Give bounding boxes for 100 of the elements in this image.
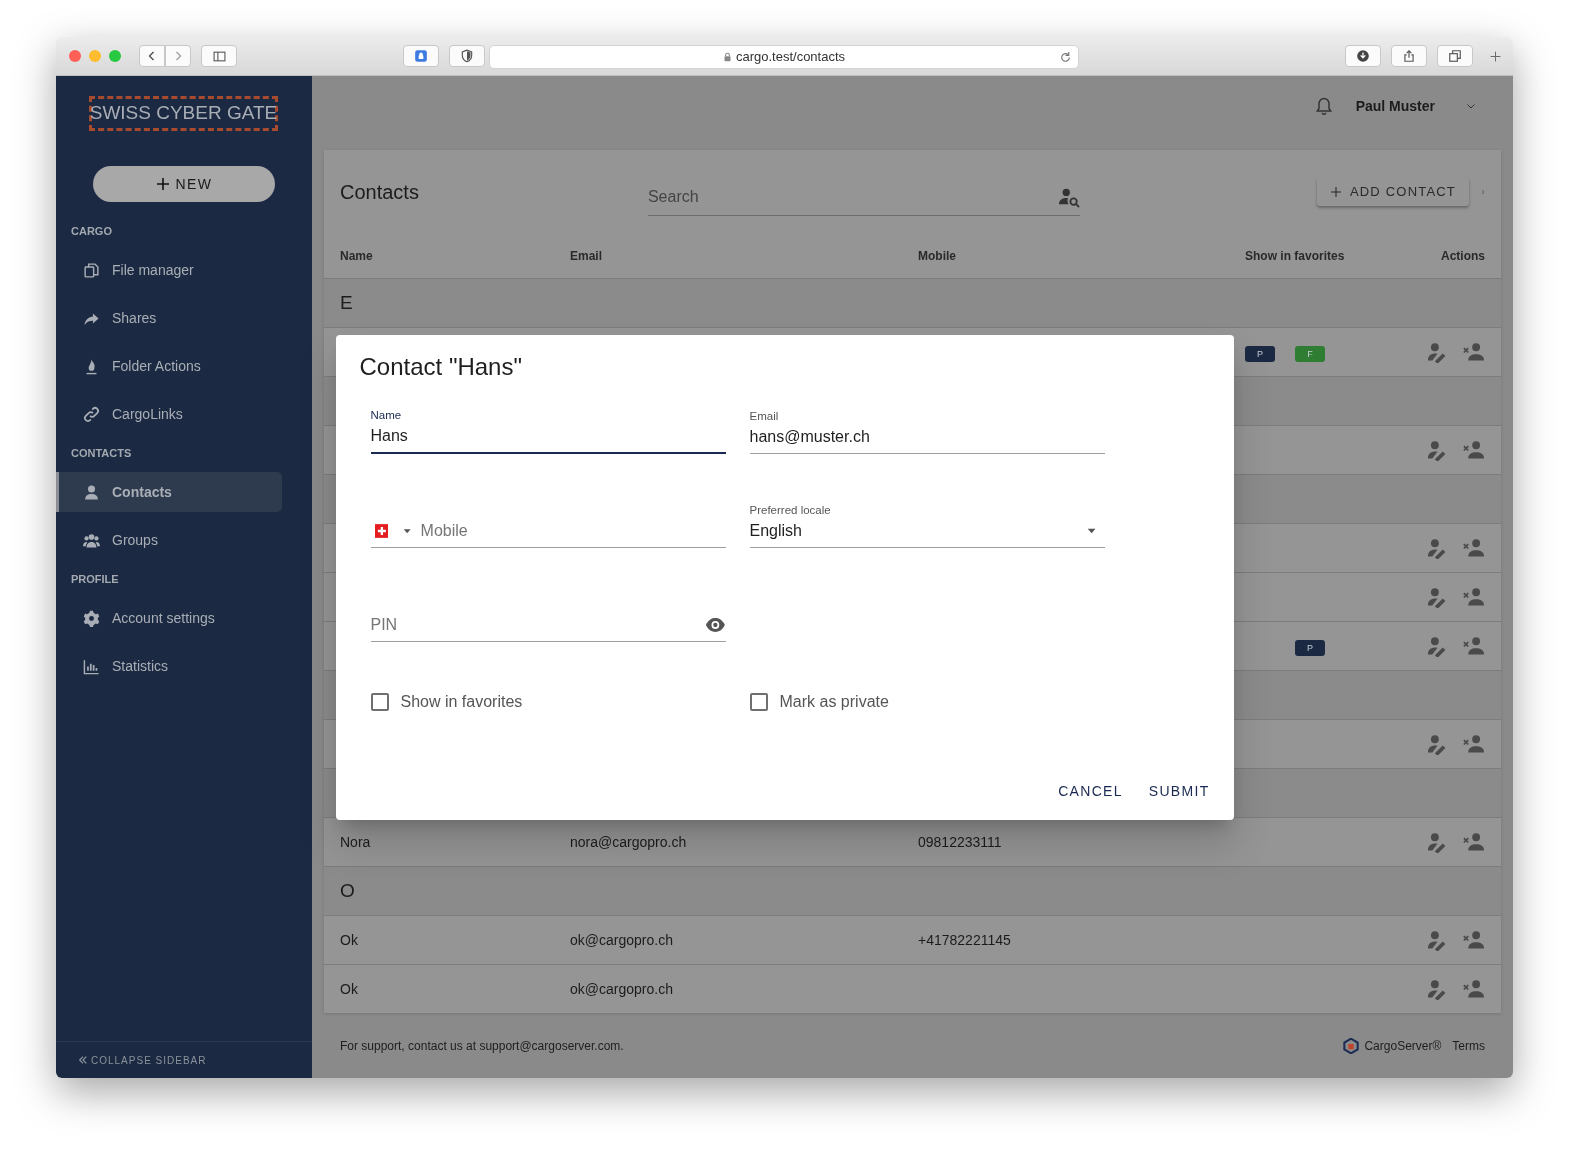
input-field[interactable]: English xyxy=(749,518,1086,543)
section-heading: CONTACTS xyxy=(71,445,133,461)
person-edit-icon[interactable] xyxy=(1427,635,1448,657)
sidebar-item[interactable]: Contacts xyxy=(56,472,282,512)
dialog-title: Contact "Hans" xyxy=(359,353,523,382)
checkbox[interactable] xyxy=(749,692,768,711)
input-field[interactable]: Hans xyxy=(370,423,726,448)
sidebar-item[interactable]: CargoLinks xyxy=(56,390,282,438)
table-cell: nora@cargopro.ch xyxy=(570,833,687,850)
field-label: Email xyxy=(749,408,780,424)
group-letter: E xyxy=(340,291,353,313)
dialog-button[interactable]: CANCEL xyxy=(1046,775,1135,808)
privacy-button[interactable] xyxy=(449,45,485,67)
address-bar[interactable]: cargo.test/contacts xyxy=(489,45,1079,69)
person-edit-icon[interactable] xyxy=(1427,586,1448,608)
new-button[interactable]: NEW xyxy=(93,166,275,202)
person-remove-icon[interactable] xyxy=(1462,586,1485,608)
hexagon-logo-icon xyxy=(1343,1037,1360,1054)
card-title: Contacts xyxy=(340,179,419,205)
person-remove-icon[interactable] xyxy=(1462,929,1485,951)
share-icon xyxy=(1402,49,1416,63)
chevrons-left-icon xyxy=(78,1055,88,1065)
add-contact-button[interactable]: ADD CONTACT xyxy=(1316,177,1469,207)
window-control[interactable] xyxy=(69,50,81,62)
tabs-icon xyxy=(1448,49,1462,63)
column-header[interactable]: Email xyxy=(570,248,602,263)
person-icon xyxy=(83,483,100,501)
download-icon xyxy=(1356,49,1370,63)
checkbox[interactable] xyxy=(370,692,389,711)
sidebar-item[interactable]: Groups xyxy=(56,516,282,564)
terms-link[interactable]: Terms xyxy=(1452,1036,1485,1055)
sidebar-icon xyxy=(211,49,227,63)
person-remove-icon[interactable] xyxy=(1462,978,1485,1000)
sidebar-item[interactable]: Account settings xyxy=(56,594,282,642)
search-field[interactable]: Search xyxy=(647,185,1028,210)
person-remove-icon[interactable] xyxy=(1462,537,1485,559)
input-field[interactable]: PIN xyxy=(370,612,705,637)
column-header[interactable]: Actions xyxy=(1441,246,1485,265)
status-badge: P xyxy=(1295,639,1325,656)
forward-button[interactable] xyxy=(165,45,191,67)
user-menu[interactable]: Paul Muster xyxy=(1355,95,1477,117)
table-cell: ok@cargopro.ch xyxy=(570,931,673,948)
input-field[interactable]: hans@muster.ch xyxy=(749,424,1105,449)
sidebar-item[interactable]: File manager xyxy=(56,246,282,294)
person-edit-icon[interactable] xyxy=(1427,537,1448,559)
checkbox-label: Show in favorites xyxy=(400,691,523,712)
column-header[interactable]: Mobile xyxy=(918,248,956,263)
column-header[interactable]: Name xyxy=(340,248,373,263)
gear-icon xyxy=(83,609,100,627)
person-remove-icon[interactable] xyxy=(1462,341,1485,363)
sidebar-toggle-button[interactable] xyxy=(201,45,237,67)
person-edit-icon[interactable] xyxy=(1427,929,1448,951)
person-edit-icon[interactable] xyxy=(1427,341,1448,363)
person-search-icon[interactable] xyxy=(1057,186,1080,209)
files-icon xyxy=(83,261,100,279)
swiss-flag-icon[interactable] xyxy=(374,522,389,539)
column-header[interactable]: Show in favorites xyxy=(1245,246,1345,265)
extension-button[interactable] xyxy=(403,45,439,67)
share-button[interactable] xyxy=(1391,45,1427,67)
field-label: Name xyxy=(370,407,403,423)
sidebar-item[interactable]: Shares xyxy=(56,294,282,342)
plus-icon xyxy=(155,176,172,192)
table-cell: 09812233111 xyxy=(918,833,1002,850)
link-icon xyxy=(83,405,100,423)
section-heading: CARGO xyxy=(71,223,113,239)
plus-icon xyxy=(1488,49,1502,63)
plus-icon xyxy=(1329,185,1342,198)
people-icon xyxy=(83,531,100,549)
bar-chart-icon xyxy=(83,657,100,675)
back-button[interactable] xyxy=(139,45,165,67)
support-text: For support, contact us at support@cargoserver.com. xyxy=(340,1037,624,1055)
table-cell: Ok xyxy=(340,931,358,948)
person-remove-icon[interactable] xyxy=(1462,439,1485,461)
window-control[interactable] xyxy=(109,50,121,62)
table-cell: ok@cargopro.ch xyxy=(570,980,673,997)
table-cell: +41782221145 xyxy=(918,931,1011,948)
sidebar-item[interactable]: Statistics xyxy=(56,642,282,690)
person-edit-icon[interactable] xyxy=(1427,733,1448,755)
reload-icon[interactable] xyxy=(1059,51,1072,64)
status-badge: F xyxy=(1295,345,1325,362)
person-edit-icon[interactable] xyxy=(1427,439,1448,461)
field-label: Preferred locale xyxy=(749,502,832,518)
group-letter: O xyxy=(340,879,355,901)
logo: SWISS CYBER GATE xyxy=(89,96,278,131)
table-cell: Nora xyxy=(340,833,371,850)
person-remove-icon[interactable] xyxy=(1462,635,1485,657)
url-text: cargo.test/contacts xyxy=(735,48,846,67)
dialog-button[interactable]: SUBMIT xyxy=(1136,775,1222,808)
tabs-button[interactable] xyxy=(1437,45,1473,67)
person-edit-icon[interactable] xyxy=(1427,831,1448,853)
status-badge: P xyxy=(1245,345,1275,362)
sidebar-item[interactable]: Folder Actions xyxy=(56,342,282,390)
person-edit-icon[interactable] xyxy=(1427,978,1448,1000)
download-button[interactable] xyxy=(1345,45,1381,67)
person-remove-icon[interactable] xyxy=(1462,831,1485,853)
bell-icon[interactable] xyxy=(1313,96,1334,117)
person-remove-icon[interactable] xyxy=(1462,733,1485,755)
checkbox-label: Mark as private xyxy=(779,691,889,712)
table-cell: Ok xyxy=(340,980,358,997)
input-field[interactable]: Mobile xyxy=(420,518,726,543)
